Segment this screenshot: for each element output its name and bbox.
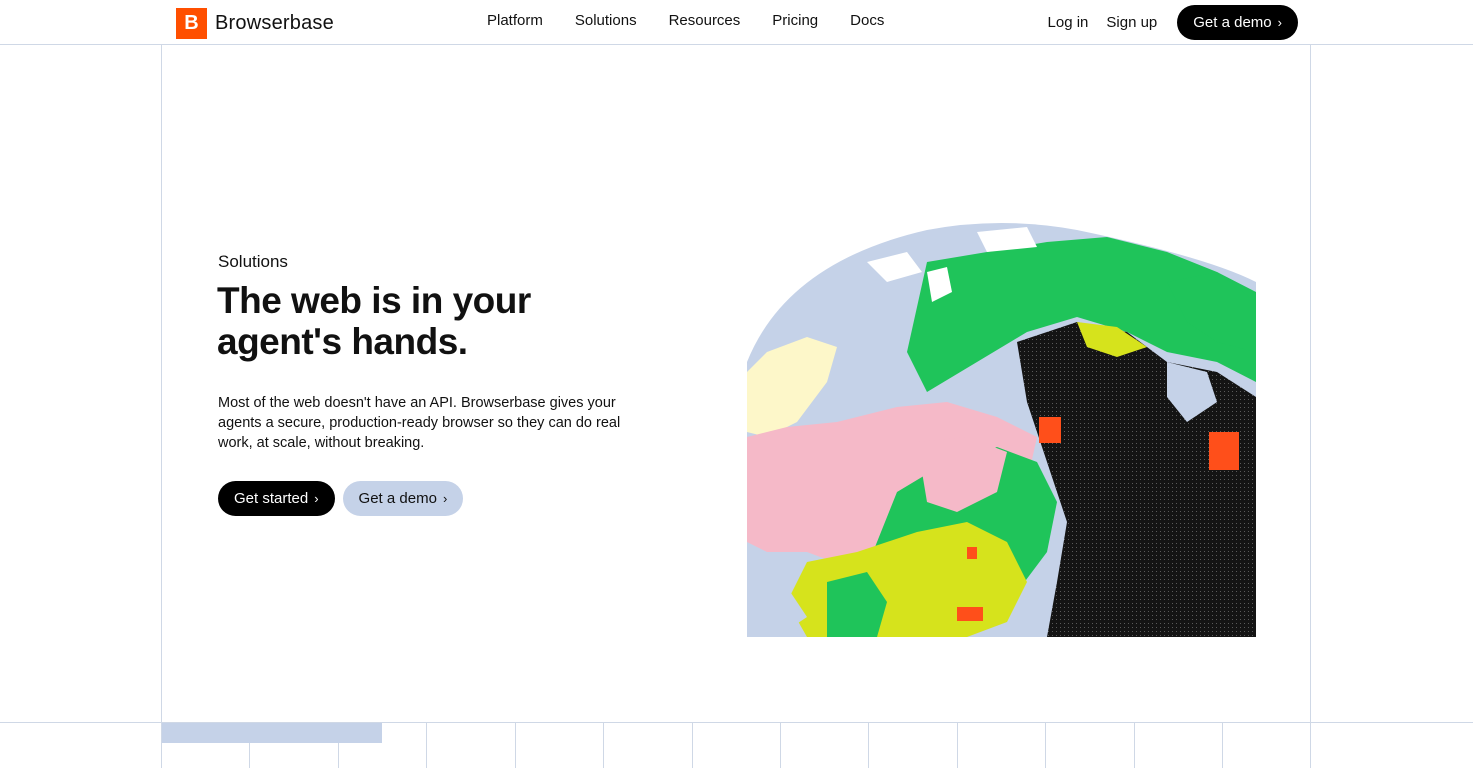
hero-headline: The web is in your agent's hands.: [217, 280, 637, 362]
get-started-label: Get started: [234, 490, 309, 507]
chevron-right-icon: ›: [314, 491, 319, 506]
brand-logo-link[interactable]: B Browserbase: [176, 7, 334, 39]
login-link[interactable]: Log in: [1048, 14, 1089, 31]
bottom-grid-lines: [161, 723, 1311, 768]
pixelated-globe-illustration: [747, 222, 1256, 637]
nav-item-resources: Resources: [669, 12, 741, 34]
nav-item-platform: Platform: [487, 12, 543, 34]
nav-get-demo-label: Get a demo: [1193, 14, 1272, 31]
hero-eyebrow: Solutions: [218, 252, 288, 271]
primary-nav: Platform Solutions Resources Pricing Doc…: [487, 12, 884, 34]
page: B Browserbase Platform Solutions Resourc…: [0, 0, 1473, 768]
frame-line-right: [1310, 45, 1311, 723]
hero-description: Most of the web doesn't have an API. Bro…: [218, 395, 621, 451]
hero-headline-line2: agent's hands.: [217, 321, 468, 362]
frame-line-left: [161, 45, 162, 723]
hero-get-demo-button[interactable]: Get a demo ›: [342, 481, 464, 516]
hero-headline-line1: The web is in your: [217, 280, 531, 321]
logo-mark-icon: B: [176, 7, 207, 39]
nav-link-platform[interactable]: Platform: [487, 12, 543, 29]
nav-link-docs[interactable]: Docs: [850, 12, 884, 29]
nav-actions: Log in Sign up Get a demo ›: [1048, 5, 1298, 40]
nav-get-demo-button[interactable]: Get a demo ›: [1177, 5, 1298, 40]
signup-link[interactable]: Sign up: [1106, 14, 1157, 31]
nav-item-solutions: Solutions: [575, 12, 637, 34]
chevron-right-icon: ›: [442, 491, 448, 506]
hero-get-demo-label: Get a demo: [358, 490, 437, 507]
nav-link-resources[interactable]: Resources: [669, 12, 741, 29]
logo-letter: B: [184, 12, 199, 34]
nav-link-solutions[interactable]: Solutions: [575, 12, 637, 29]
globe-svg: [747, 223, 1256, 637]
chevron-right-icon: ›: [1277, 15, 1282, 30]
nav-item-pricing: Pricing: [772, 12, 818, 34]
brand-name: Browserbase: [215, 11, 334, 34]
nav-item-docs: Docs: [850, 12, 884, 34]
nav-link-pricing[interactable]: Pricing: [772, 12, 818, 29]
get-started-button[interactable]: Get started ›: [218, 481, 335, 516]
hero-cta-group: Get started › Get a demo ›: [218, 481, 464, 516]
top-navbar: B Browserbase Platform Solutions Resourc…: [0, 0, 1473, 45]
